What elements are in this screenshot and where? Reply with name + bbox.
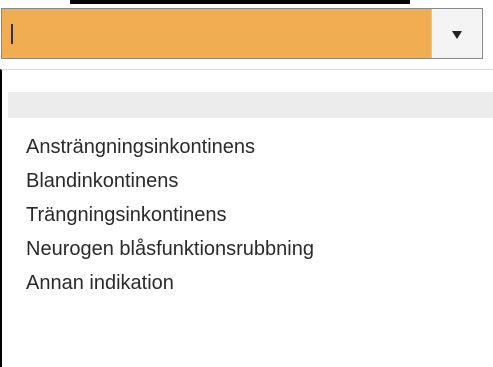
- options-list: Ansträngningsinkontinens Blandinkontinen…: [26, 130, 314, 300]
- option-blandinkontinens[interactable]: Blandinkontinens: [26, 164, 314, 198]
- top-edge-mark: [70, 0, 410, 4]
- option-annan-indikation[interactable]: Annan indikation: [26, 266, 314, 300]
- dropdown-screen: Ansträngningsinkontinens Blandinkontinen…: [0, 0, 493, 367]
- triangle-down-icon: [452, 30, 462, 39]
- option-neurogen-blasfunktionsrubbning[interactable]: Neurogen blåsfunktionsrubbning: [26, 232, 314, 266]
- option-trangningsinkontinens[interactable]: Trängningsinkontinens: [26, 198, 314, 232]
- option-anstrangningsinkontinens[interactable]: Ansträngningsinkontinens: [26, 130, 314, 164]
- blank-option[interactable]: [8, 92, 493, 118]
- indication-select[interactable]: [1, 8, 483, 59]
- dropdown-options-panel: Ansträngningsinkontinens Blandinkontinen…: [0, 69, 493, 367]
- select-current-value[interactable]: [2, 9, 432, 58]
- text-caret: [11, 24, 13, 44]
- dropdown-button[interactable]: [432, 9, 482, 58]
